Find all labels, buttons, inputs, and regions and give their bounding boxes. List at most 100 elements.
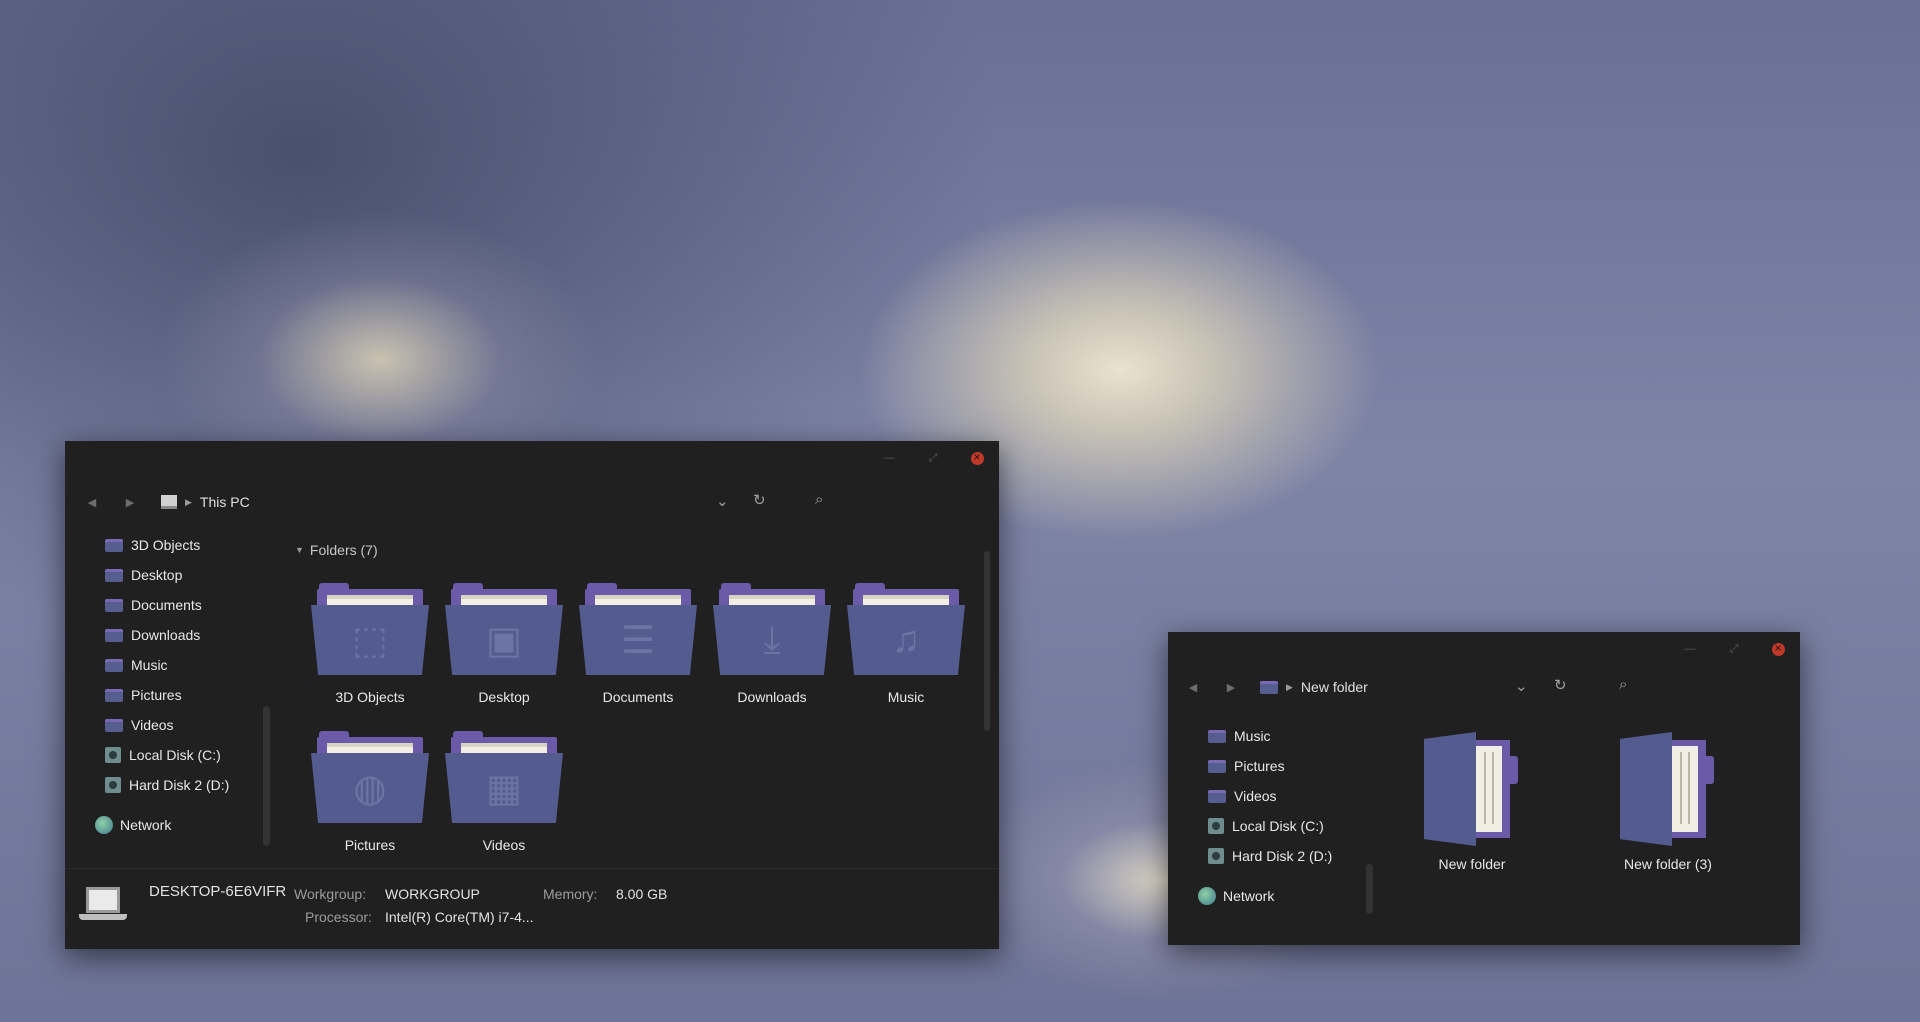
sidebar-item-hard-disk-d[interactable]: Hard Disk 2 (D:) xyxy=(1208,844,1332,868)
folder-label: Pictures xyxy=(344,837,396,853)
folder-label: 3D Objects xyxy=(335,689,405,705)
details-pane: DESKTOP-6E6VIFR Workgroup: WORKGROUP Mem… xyxy=(65,868,999,949)
folder-label: Documents xyxy=(602,689,674,705)
sidebar-item-3d-objects[interactable]: 3D Objects xyxy=(105,533,200,557)
sidebar-item-videos[interactable]: Videos xyxy=(105,713,174,737)
navigation-pane: Music Pictures Videos Local Disk (C:) Ha… xyxy=(1168,632,1393,932)
laptop-icon xyxy=(79,887,127,921)
drive-icon xyxy=(105,747,121,763)
folder-tile-downloads[interactable]: ⤓ Downloads xyxy=(707,583,837,705)
folder-videos-icon: ▦ xyxy=(445,731,563,825)
folder-icon xyxy=(105,688,123,702)
folder-label: Downloads xyxy=(737,689,807,705)
drive-icon xyxy=(1208,848,1224,864)
sidebar-item-label: Network xyxy=(1223,888,1275,904)
sidebar-item-music[interactable]: Music xyxy=(105,653,168,677)
item-label-new-folder[interactable]: New folder xyxy=(1402,856,1542,872)
sidebar-item-label: Desktop xyxy=(131,567,183,583)
sidebar-item-hard-disk-d[interactable]: Hard Disk 2 (D:) xyxy=(105,773,229,797)
folder-tile-music[interactable]: ♫ Music xyxy=(841,583,971,705)
explorer-window-this-pc: — ⤢ ◀ ▶ ▶ This PC ⌄ ↻ ⌕ 3D Objects Deskt… xyxy=(65,441,999,949)
folder-downloads-icon: ⤓ xyxy=(713,583,831,677)
explorer-window-new-folder: — ⤢ ◀ ▶ ▶ New folder ⌄ ↻ ⌕ Music Picture… xyxy=(1168,632,1800,945)
refresh-icon[interactable]: ↻ xyxy=(1554,676,1567,694)
sidebar-item-label: 3D Objects xyxy=(131,537,201,553)
sidebar-item-label: Network xyxy=(120,817,172,833)
sidebar-item-label: Documents xyxy=(131,597,202,613)
sidebar-item-label: Pictures xyxy=(1234,758,1285,774)
folder-pictures-icon: ◍ xyxy=(311,731,429,825)
sidebar-item-music[interactable]: Music xyxy=(1208,724,1271,748)
folder-icon xyxy=(105,598,123,612)
sidebar-item-downloads[interactable]: Downloads xyxy=(105,623,200,647)
folder-desktop-icon: ▣ xyxy=(445,583,563,677)
folder-tile-3d-objects[interactable]: ⬚ 3D Objects xyxy=(305,583,435,705)
folder-icon xyxy=(105,568,123,582)
item-label-new-folder-3[interactable]: New folder (3) xyxy=(1598,856,1738,872)
address-dropdown-icon[interactable]: ⌄ xyxy=(716,492,729,510)
folder-icon xyxy=(1208,759,1226,773)
sidebar-item-pictures[interactable]: Pictures xyxy=(1208,754,1285,778)
folder-3d-objects-icon: ⬚ xyxy=(311,583,429,677)
computer-name: DESKTOP-6E6VIFR xyxy=(149,883,287,900)
processor-label: Processor: xyxy=(305,909,372,925)
sidebar-item-label: Local Disk (C:) xyxy=(129,747,221,763)
folder-icon xyxy=(1208,729,1226,743)
sidebar-item-label: Hard Disk 2 (D:) xyxy=(129,777,230,793)
sidebar-item-label: Music xyxy=(131,657,168,673)
close-button[interactable] xyxy=(955,441,999,475)
drive-icon xyxy=(105,777,121,793)
minimize-button[interactable]: — xyxy=(867,441,911,475)
folder-icon xyxy=(105,538,123,552)
open-folder-icon[interactable] xyxy=(1424,732,1520,850)
close-icon xyxy=(1771,641,1785,656)
open-folder-icon[interactable] xyxy=(1620,732,1716,850)
folder-tile-videos[interactable]: ▦ Videos xyxy=(439,731,569,853)
address-dropdown-icon[interactable]: ⌄ xyxy=(1515,677,1528,695)
search-icon[interactable]: ⌕ xyxy=(1619,676,1627,693)
sidebar-item-label: Downloads xyxy=(131,627,201,643)
folder-label: Desktop xyxy=(478,689,530,705)
folder-documents-icon: ☰ xyxy=(579,583,697,677)
folder-icon xyxy=(105,718,123,732)
folders-group-header[interactable]: ▼ Folders (7) xyxy=(295,542,378,558)
sidebar-item-desktop[interactable]: Desktop xyxy=(105,563,182,587)
folder-tile-documents[interactable]: ☰ Documents xyxy=(573,583,703,705)
network-globe-icon xyxy=(95,816,113,834)
drive-icon xyxy=(1208,818,1224,834)
sidebar-item-label: Hard Disk 2 (D:) xyxy=(1232,848,1333,864)
sidebar-item-label: Videos xyxy=(1234,788,1277,804)
close-icon xyxy=(970,450,984,465)
sidebar-item-network[interactable]: Network xyxy=(95,813,171,837)
sidebar-item-local-disk-c[interactable]: Local Disk (C:) xyxy=(105,743,221,767)
sidebar-scrollbar[interactable] xyxy=(1366,864,1373,914)
sidebar-item-label: Music xyxy=(1234,728,1271,744)
folder-tile-pictures[interactable]: ◍ Pictures xyxy=(305,731,435,853)
sidebar-item-label: Local Disk (C:) xyxy=(1232,818,1324,834)
sidebar-scrollbar[interactable] xyxy=(263,706,270,846)
folder-label: Videos xyxy=(482,837,526,853)
sidebar-item-documents[interactable]: Documents xyxy=(105,593,202,617)
sidebar-item-local-disk-c[interactable]: Local Disk (C:) xyxy=(1208,814,1324,838)
close-button[interactable] xyxy=(1756,632,1800,666)
sidebar-item-label: Videos xyxy=(131,717,174,733)
processor-value: Intel(R) Core(TM) i7-4... xyxy=(385,909,534,925)
refresh-icon[interactable]: ↻ xyxy=(753,491,766,509)
search-icon[interactable]: ⌕ xyxy=(815,491,823,508)
sidebar-item-pictures[interactable]: Pictures xyxy=(105,683,182,707)
minimize-button[interactable]: — xyxy=(1668,632,1712,666)
folder-tile-desktop[interactable]: ▣ Desktop xyxy=(439,583,569,705)
folder-icon xyxy=(105,658,123,672)
maximize-button[interactable]: ⤢ xyxy=(1712,632,1756,666)
maximize-button[interactable]: ⤢ xyxy=(911,441,955,475)
content-scrollbar[interactable] xyxy=(984,551,990,731)
network-globe-icon xyxy=(1198,887,1216,905)
sidebar-item-network[interactable]: Network xyxy=(1198,884,1274,908)
group-header-label: Folders (7) xyxy=(309,542,378,558)
collapse-chevron-icon: ▼ xyxy=(295,545,304,555)
sidebar-item-videos[interactable]: Videos xyxy=(1208,784,1277,808)
window-caption-buttons: — ⤢ xyxy=(1668,632,1800,666)
folder-icon xyxy=(105,628,123,642)
workgroup-label: Workgroup: xyxy=(294,886,367,902)
folder-label: Music xyxy=(887,689,925,705)
